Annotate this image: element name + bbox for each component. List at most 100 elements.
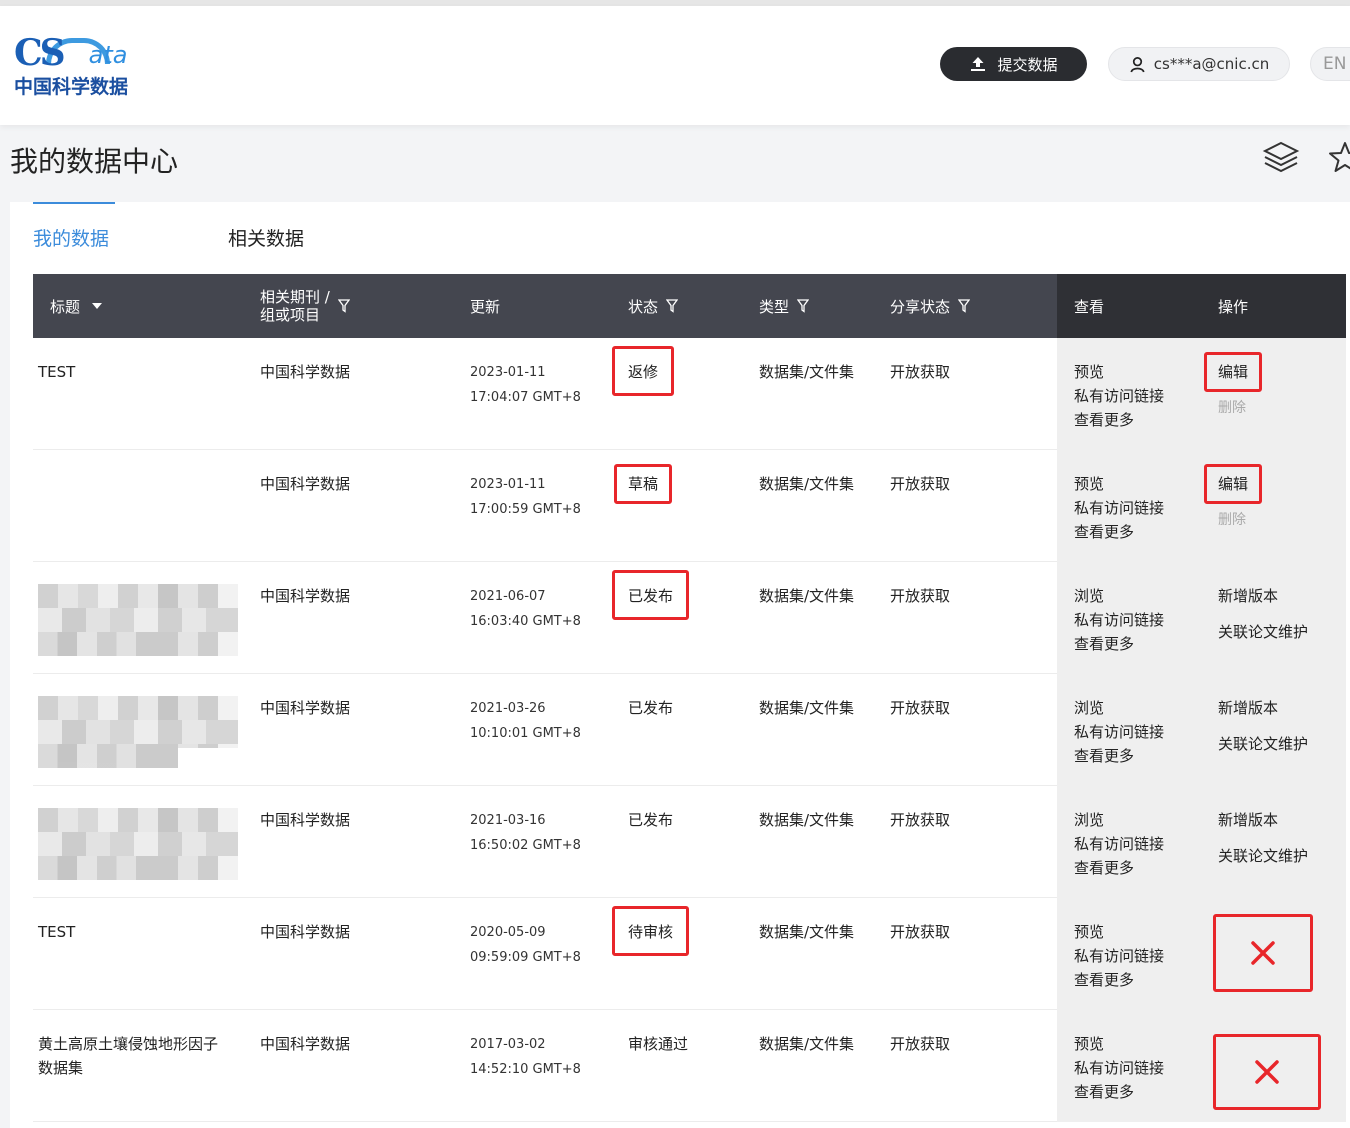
col-status-label: 状态: [628, 297, 659, 316]
view-more-link[interactable]: 查看更多: [1074, 744, 1164, 768]
status-badge: 返修: [611, 346, 675, 396]
row-type: 数据集/文件集: [759, 699, 855, 717]
row-status: 返修: [611, 346, 675, 396]
user-account-button[interactable]: cs***a@cnic.cn: [1108, 47, 1290, 81]
view-more-link[interactable]: 查看更多: [1074, 520, 1164, 544]
col-journal-filter[interactable]: 相关期刊 / 组或项目: [260, 274, 350, 338]
row-type: 数据集/文件集: [759, 587, 855, 605]
close-icon: [1251, 941, 1275, 965]
status-badge: 已发布: [611, 570, 690, 620]
browse-link[interactable]: 浏览: [1074, 696, 1164, 720]
new-version-button[interactable]: 新增版本: [1218, 696, 1308, 720]
table-row: 中国科学数据 2021-03-26 10:10:01 GMT+8 已发布 数据集…: [33, 674, 1346, 786]
delete-button[interactable]: 删除: [1218, 396, 1248, 420]
preview-link[interactable]: 预览: [1074, 360, 1164, 384]
row-share: 开放获取: [890, 587, 951, 605]
table-row: 中国科学数据 2021-06-07 16:03:40 GMT+8 已发布 数据集…: [33, 562, 1346, 674]
submit-data-button[interactable]: 提交数据: [940, 47, 1087, 81]
row-type: 数据集/文件集: [759, 923, 855, 941]
row-time: 17:00:59 GMT+8: [470, 502, 581, 517]
row-share: 开放获取: [890, 363, 951, 381]
row-status: 已发布: [611, 570, 690, 620]
row-actions: 新增版本 关联论文维护: [1218, 696, 1308, 756]
row-share: 开放获取: [890, 923, 951, 941]
link-paper-button[interactable]: 关联论文维护: [1218, 844, 1308, 868]
private-link[interactable]: 私有访问链接: [1074, 608, 1164, 632]
edit-button[interactable]: 编辑: [1203, 464, 1263, 504]
row-title[interactable]: 黄土高原土壤侵蚀地形因子数据集: [38, 1032, 228, 1080]
table-row: 中国科学数据 2021-03-16 16:50:02 GMT+8 已发布 数据集…: [33, 786, 1346, 898]
private-link[interactable]: 私有访问链接: [1074, 496, 1164, 520]
preview-link[interactable]: 预览: [1074, 920, 1164, 944]
view-more-link[interactable]: 查看更多: [1074, 968, 1164, 992]
col-type-label: 类型: [759, 297, 790, 316]
row-view-links: 预览 私有访问链接 查看更多: [1074, 1032, 1164, 1104]
submit-data-label: 提交数据: [997, 55, 1058, 74]
redacted-title: [38, 696, 238, 768]
language-label: EN: [1323, 54, 1347, 74]
new-version-button[interactable]: 新增版本: [1218, 808, 1308, 832]
row-journal: 中国科学数据: [260, 475, 351, 493]
col-status-filter[interactable]: 状态: [628, 274, 679, 338]
row-date: 2023-01-11: [470, 477, 546, 492]
preview-link[interactable]: 预览: [1074, 472, 1164, 496]
view-more-link[interactable]: 查看更多: [1074, 856, 1164, 880]
caret-down-icon: [92, 303, 103, 309]
delete-button[interactable]: 删除: [1218, 508, 1248, 532]
table-row: 中国科学数据 2023-01-11 17:00:59 GMT+8 草稿 数据集/…: [33, 450, 1346, 562]
tab-my-data[interactable]: 我的数据: [33, 224, 109, 251]
row-status: 草稿: [613, 464, 673, 504]
row-update: 2020-05-09 09:59:09 GMT+8: [470, 920, 581, 970]
new-version-button[interactable]: 新增版本: [1218, 584, 1308, 608]
col-type-filter[interactable]: 类型: [759, 274, 810, 338]
private-link[interactable]: 私有访问链接: [1074, 720, 1164, 744]
filter-icon: [958, 299, 971, 313]
row-title[interactable]: TEST: [38, 360, 228, 384]
private-link[interactable]: 私有访问链接: [1074, 832, 1164, 856]
row-date: 2021-03-16: [470, 813, 546, 828]
row-date: 2017-03-02: [470, 1037, 546, 1052]
col-title-label: 标题: [50, 297, 81, 316]
browse-link[interactable]: 浏览: [1074, 584, 1164, 608]
table-row: TEST 中国科学数据 2020-05-09 09:59:09 GMT+8 待审…: [33, 898, 1346, 1010]
user-email: cs***a@cnic.cn: [1153, 55, 1270, 73]
row-journal: 中国科学数据: [260, 923, 351, 941]
redacted-title: [38, 808, 238, 880]
star-icon[interactable]: [1328, 140, 1350, 174]
browse-link[interactable]: 浏览: [1074, 808, 1164, 832]
edit-button[interactable]: 编辑: [1203, 352, 1263, 392]
row-share: 开放获取: [890, 699, 951, 717]
private-link[interactable]: 私有访问链接: [1074, 1056, 1164, 1080]
data-panel: 我的数据 相关数据 标题 相关期刊 / 组或项目 更新 状态 类型 分享状态 查…: [10, 202, 1350, 1128]
row-actions: 新增版本 关联论文维护: [1218, 808, 1308, 868]
private-link[interactable]: 私有访问链接: [1074, 384, 1164, 408]
layers-icon[interactable]: [1262, 140, 1300, 174]
view-more-link[interactable]: 查看更多: [1074, 1080, 1164, 1104]
link-paper-button[interactable]: 关联论文维护: [1218, 620, 1308, 644]
table-row: 黄土高原土壤侵蚀地形因子数据集 中国科学数据 2017-03-02 14:52:…: [33, 1010, 1346, 1122]
row-update: 2021-03-26 10:10:01 GMT+8: [470, 696, 581, 746]
row-title[interactable]: TEST: [38, 920, 228, 944]
site-logo[interactable]: CS ata 中国科学数据: [14, 35, 144, 98]
filter-icon: [337, 299, 350, 313]
col-share-filter[interactable]: 分享状态: [890, 274, 971, 338]
row-journal: 中国科学数据: [260, 1035, 351, 1053]
col-view-label: 查看: [1074, 297, 1105, 316]
col-update: 更新: [470, 274, 500, 338]
table-header: 标题 相关期刊 / 组或项目 更新 状态 类型 分享状态 查看 操作: [33, 274, 1346, 338]
view-more-link[interactable]: 查看更多: [1074, 408, 1164, 432]
tab-related-data[interactable]: 相关数据: [228, 224, 304, 251]
view-more-link[interactable]: 查看更多: [1074, 632, 1164, 656]
row-status: 待审核: [611, 906, 690, 956]
row-status: 已发布: [628, 699, 674, 717]
page-title: 我的数据中心: [10, 145, 179, 178]
language-switch[interactable]: EN: [1310, 47, 1350, 81]
col-title-sort[interactable]: 标题: [50, 274, 103, 338]
link-paper-button[interactable]: 关联论文维护: [1218, 732, 1308, 756]
row-update: 2017-03-02 14:52:10 GMT+8: [470, 1032, 581, 1082]
row-time: 14:52:10 GMT+8: [470, 1062, 581, 1077]
row-date: 2021-06-07: [470, 589, 546, 604]
row-update: 2021-06-07 16:03:40 GMT+8: [470, 584, 581, 634]
preview-link[interactable]: 预览: [1074, 1032, 1164, 1056]
private-link[interactable]: 私有访问链接: [1074, 944, 1164, 968]
